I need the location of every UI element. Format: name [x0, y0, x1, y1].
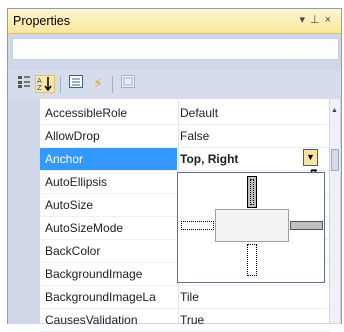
alphabetical-sort-icon: A Z [37, 77, 52, 92]
anchor-top-toggle[interactable] [247, 176, 257, 208]
vertical-scrollbar[interactable]: ▲ [329, 99, 340, 323]
title-bar: Properties ▾⊥× [8, 9, 341, 34]
window-title: Properties [13, 14, 70, 28]
property-pages-button[interactable] [118, 75, 138, 93]
property-name: BackgroundImageLa [45, 290, 156, 304]
anchor-editor-popup [177, 172, 325, 283]
title-controls: ▾⊥× [299, 13, 336, 26]
property-row-backgroundimagelayout[interactable]: BackgroundImageLa Tile [40, 286, 330, 309]
toolbar-separator [60, 76, 61, 93]
property-name: Anchor [40, 148, 177, 170]
anchor-right-toggle[interactable] [290, 221, 323, 230]
property-name: BackColor [45, 244, 101, 258]
close-icon[interactable]: × [325, 14, 336, 26]
property-row-accessiblerole[interactable]: AccessibleRole Default [40, 102, 330, 125]
property-name: AutoSize [45, 198, 94, 212]
property-value[interactable]: False [180, 129, 209, 143]
scroll-up-arrow-icon[interactable]: ▲ [331, 107, 338, 114]
grid-gutter [8, 99, 40, 323]
property-name: AutoEllipsis [45, 175, 108, 189]
property-value[interactable]: Default [180, 106, 218, 120]
property-name: BackgroundImage [45, 267, 143, 281]
anchor-left-toggle[interactable] [181, 221, 214, 230]
window-position-dropdown-icon[interactable]: ▾ [299, 14, 310, 26]
property-name: AccessibleRole [45, 106, 128, 120]
property-row-allowdrop[interactable]: AllowDrop False [40, 125, 330, 148]
properties-list-icon [69, 75, 83, 88]
anchor-control-preview [215, 209, 289, 242]
pin-icon[interactable]: ⊥ [310, 14, 325, 26]
properties-view-button[interactable] [66, 75, 86, 93]
categorized-button[interactable] [14, 75, 34, 93]
categorized-icon [18, 76, 30, 88]
property-name: AutoSizeMode [45, 221, 124, 235]
anchor-bottom-toggle[interactable] [247, 244, 257, 276]
properties-toolbar: A Z ⚡ [8, 70, 341, 100]
property-value[interactable]: Tile [180, 290, 199, 304]
property-row-anchor[interactable]: Anchor Top, Right [40, 148, 330, 171]
property-row-causesvalidation[interactable]: CausesValidation True [40, 309, 330, 332]
chevron-down-icon: ▼ [306, 152, 315, 162]
toolbar-separator [112, 76, 113, 93]
lightning-bolt-icon: ⚡ [93, 75, 103, 91]
property-name: CausesValidation [45, 313, 138, 327]
property-name: AllowDrop [45, 129, 100, 143]
scrollbar-thumb[interactable] [331, 149, 339, 171]
alphabetical-button[interactable]: A Z [35, 75, 55, 93]
property-value[interactable]: True [180, 313, 204, 327]
svg-text:Z: Z [37, 84, 42, 91]
events-button[interactable]: ⚡ [88, 75, 108, 93]
object-selector[interactable] [12, 38, 339, 60]
property-value[interactable]: Top, Right [180, 152, 238, 166]
property-pages-icon [121, 75, 135, 88]
